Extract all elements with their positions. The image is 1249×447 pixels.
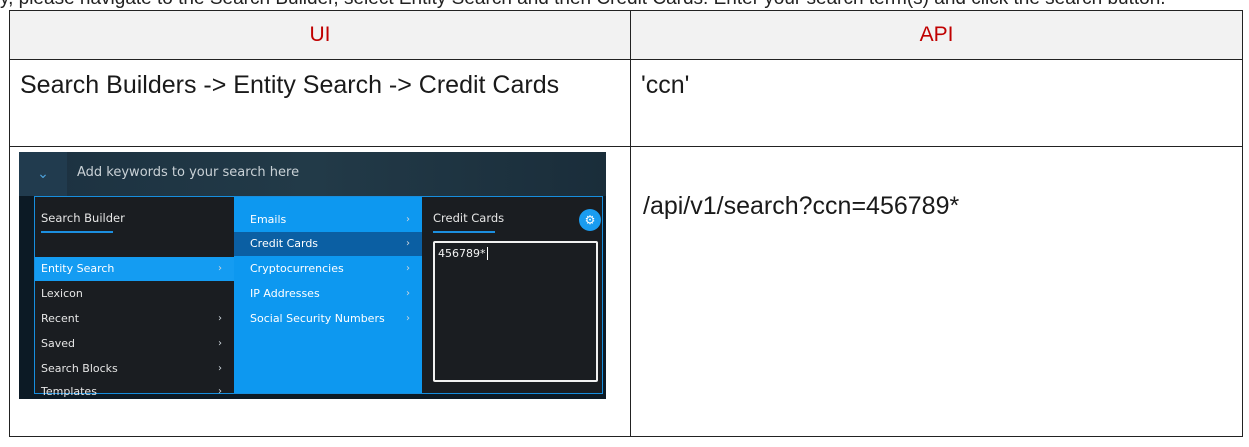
builder-title-underline [41,231,113,233]
credit-card-input[interactable]: 456789* [433,241,598,382]
cut-off-text: y, please navigate to the Search Builder… [0,0,1249,9]
api-url-cell: /api/v1/search?ccn=456789* [630,146,1243,437]
credit-cards-column: Credit Cards ⚙ 456789* [422,197,602,393]
builder-item[interactable]: Lexicon [35,282,234,306]
builder-item[interactable]: Recent › [35,307,234,331]
gear-icon[interactable]: ⚙ [579,209,601,231]
search-placeholder[interactable]: Add keywords to your search here [77,165,299,180]
entity-item-label: Cryptocurrencies [250,262,344,275]
chevron-right-icon: › [406,288,410,299]
builder-item[interactable]: Saved › [35,332,234,356]
builder-item-label: Templates [41,385,97,398]
chevron-right-icon: › [406,313,410,324]
entity-item-label: IP Addresses [250,287,320,300]
builder-item[interactable]: Templates › [35,380,234,399]
entity-item[interactable]: Emails › [234,208,422,232]
credit-card-input-value: 456789* [438,247,486,260]
builder-item-label: Lexicon [41,287,83,300]
entity-item[interactable]: IP Addresses › [234,282,422,306]
chevron-right-icon: › [406,214,410,225]
chevron-right-icon: › [218,363,222,374]
search-builder-panel: Search Builder Entity Search › Lexicon Rece… [34,196,603,398]
entity-item-label: Credit Cards [250,237,319,250]
credit-cards-title-underline [433,231,495,233]
entity-column: Emails › Credit Cards › Cryptocurrencies › IP … [234,197,422,393]
entity-item[interactable]: Cryptocurrencies › [234,257,422,281]
credit-cards-title: Credit Cards [433,211,505,225]
entity-item-label: Social Security Numbers [250,312,385,325]
builder-item-label: Saved [41,337,75,350]
chevron-right-icon: › [218,263,222,274]
header-ui: UI [9,10,631,60]
search-bar[interactable]: ⌄ Add keywords to your search here [19,152,606,196]
builder-title: Search Builder [41,211,125,225]
search-builder-screenshot: ⌄ Add keywords to your search here Searc… [19,152,606,399]
chevron-right-icon: › [218,386,222,397]
builder-item-label: Search Blocks [41,362,118,375]
api-param-cell: 'ccn' [630,59,1243,147]
entity-item[interactable]: Credit Cards › [234,232,422,256]
text-caret [487,247,488,260]
builder-item[interactable]: Entity Search › [35,257,234,281]
ui-path-cell: Search Builders -> Entity Search -> Cred… [9,59,631,147]
entity-item[interactable]: Social Security Numbers › [234,307,422,331]
builder-column: Search Builder Entity Search › Lexicon Rece… [35,197,234,398]
entity-item-label: Emails [250,213,287,226]
builder-item-label: Entity Search [41,262,115,275]
chevron-down-icon[interactable]: ⌄ [19,152,67,196]
builder-item-label: Recent [41,312,80,325]
builder-item[interactable]: Search Blocks › [35,357,234,381]
chevron-right-icon: › [406,263,410,274]
chevron-right-icon: › [218,338,222,349]
header-api: API [630,10,1243,60]
chevron-right-icon: › [218,313,222,324]
chevron-right-icon: › [406,238,410,249]
